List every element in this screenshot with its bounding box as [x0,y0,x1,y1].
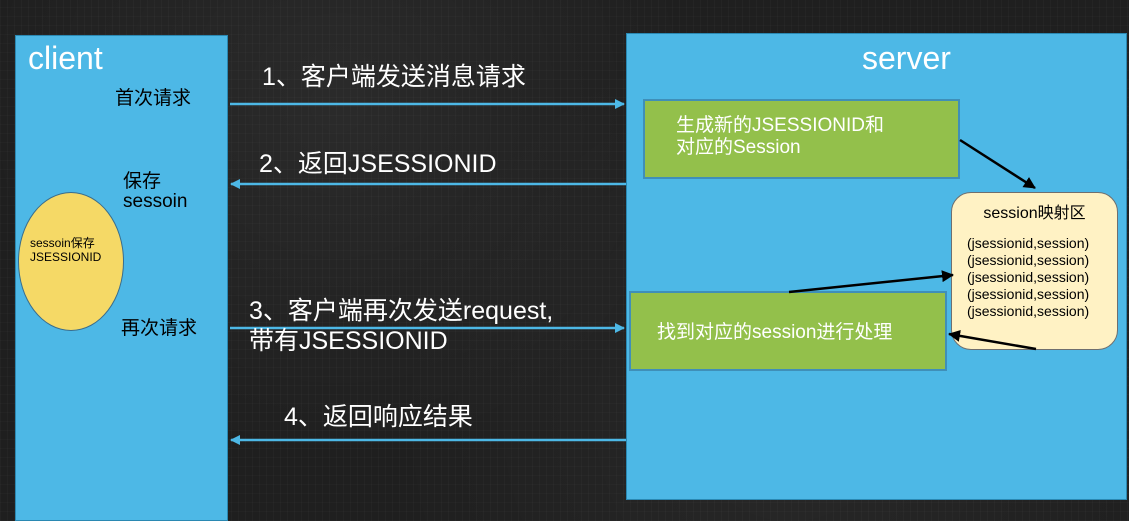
arrows-layer [230,99,1037,445]
step1-label: 1、客户端发送消息请求 [262,63,526,91]
step2-label: 2、返回JSESSIONID [259,150,497,178]
step3-line2: 带有JSESSIONID [249,327,448,355]
step3-label: 3、客户端再次发送request, 带有JSESSIONID [249,296,553,356]
arrow-create-to-map [959,138,1036,190]
arrow-find-to-map [788,270,954,294]
step3-line1: 3、客户端再次发送request, [249,297,554,325]
step4-label: 4、返回响应结果 [284,403,473,431]
arrow-map-to-find [948,329,1037,351]
